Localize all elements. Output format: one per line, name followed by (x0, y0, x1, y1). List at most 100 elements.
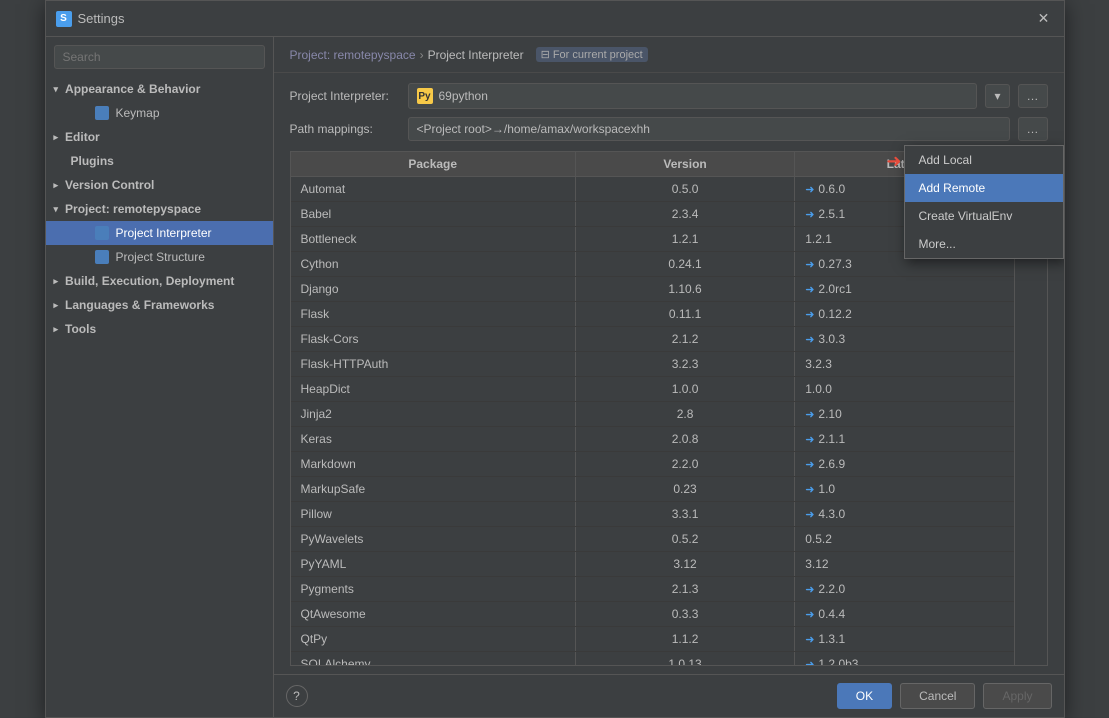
sidebar-item-project[interactable]: ▾Project: remotepyspace (46, 197, 273, 221)
breadcrumb-tag: ⊟ For current project (536, 47, 648, 62)
pkg-name: Django (291, 277, 576, 301)
pkg-latest: ➜ 1.0 (795, 477, 1013, 501)
close-button[interactable]: ✕ (1034, 9, 1054, 29)
pkg-latest: ➜ 1.2.0b3 (795, 652, 1013, 665)
table-row[interactable]: PyWavelets 0.5.2 0.5.2 (291, 527, 1014, 552)
table-row[interactable]: Flask-Cors 2.1.2 ➜ 3.0.3 (291, 327, 1014, 352)
sidebar-item-languages[interactable]: ▸Languages & Frameworks (46, 293, 273, 317)
update-arrow-icon: ➜ (805, 308, 814, 321)
sidebar-label: Project Interpreter (116, 226, 212, 240)
pkg-latest: ➜ 0.4.4 (795, 602, 1013, 626)
table-row[interactable]: SQLAlchemy 1.0.13 ➜ 1.2.0b3 (291, 652, 1014, 665)
path-row: Path mappings: <Project root>→/home/amax… (290, 117, 1048, 141)
arrow-icon: ▸ (54, 276, 59, 287)
sidebar-item-project-interpreter[interactable]: Project Interpreter (46, 221, 273, 245)
pkg-name: Babel (291, 202, 576, 226)
pkg-name: PyWavelets (291, 527, 576, 551)
latest-value: 1.2.0b3 (818, 657, 858, 665)
arrow-icon: ▸ (54, 132, 59, 143)
dropdown-item-create-virtualenv[interactable]: Create VirtualEnv (905, 202, 1063, 230)
pkg-version: 3.12 (576, 552, 795, 576)
sidebar-label: Version Control (65, 178, 154, 192)
latest-value: 3.2.3 (805, 357, 832, 371)
table-row[interactable]: MarkupSafe 0.23 ➜ 1.0 (291, 477, 1014, 502)
pkg-name: Flask-Cors (291, 327, 576, 351)
table-row[interactable]: Django 1.10.6 ➜ 2.0rc1 (291, 277, 1014, 302)
path-settings-button[interactable]: … (1018, 117, 1048, 141)
bottom-left: ? (286, 685, 308, 707)
pkg-version: 1.10.6 (576, 277, 795, 301)
help-button[interactable]: ? (286, 685, 308, 707)
latest-value: 3.12 (805, 557, 828, 571)
update-arrow-icon: ➜ (805, 333, 814, 346)
latest-value: 1.3.1 (818, 632, 845, 646)
table-row[interactable]: PyYAML 3.12 3.12 (291, 552, 1014, 577)
table-row[interactable]: Flask-HTTPAuth 3.2.3 3.2.3 (291, 352, 1014, 377)
table-row[interactable]: Flask 0.11.1 ➜ 0.12.2 (291, 302, 1014, 327)
ok-button[interactable]: OK (837, 683, 892, 709)
dropdown-item-add-remote[interactable]: Add Remote (905, 174, 1063, 202)
interpreter-input[interactable]: Py 69python (408, 83, 978, 109)
pkg-latest: ➜ 2.10 (795, 402, 1013, 426)
pkg-version: 1.0.13 (576, 652, 795, 665)
pkg-name: Flask-HTTPAuth (291, 352, 576, 376)
table-row[interactable]: Pillow 3.3.1 ➜ 4.3.0 (291, 502, 1014, 527)
interpreter-settings-button[interactable]: … (1018, 84, 1048, 108)
latest-value: 0.5.2 (805, 532, 832, 546)
pkg-name: Pygments (291, 577, 576, 601)
pkg-name: Markdown (291, 452, 576, 476)
search-input[interactable] (63, 50, 256, 64)
sidebar-label: Tools (65, 322, 96, 336)
pkg-name: MarkupSafe (291, 477, 576, 501)
sidebar-item-plugins[interactable]: Plugins (46, 149, 273, 173)
latest-value: 4.3.0 (818, 507, 845, 521)
table-row[interactable]: HeapDict 1.0.0 1.0.0 (291, 377, 1014, 402)
window-title: Settings (78, 11, 1034, 26)
arrow-icon: ▸ (54, 180, 59, 191)
pkg-latest: ➜ 2.6.9 (795, 452, 1013, 476)
dropdown-item-more[interactable]: More... (905, 230, 1063, 258)
cancel-button[interactable]: Cancel (900, 683, 975, 709)
sidebar-label: Project Structure (116, 250, 205, 264)
table-row[interactable]: QtAwesome 0.3.3 ➜ 0.4.4 (291, 602, 1014, 627)
update-arrow-icon: ➜ (805, 208, 814, 221)
search-box[interactable] (54, 45, 265, 69)
table-row[interactable]: Jinja2 2.8 ➜ 2.10 (291, 402, 1014, 427)
latest-value: 2.2.0 (818, 582, 845, 596)
latest-value: 0.27.3 (818, 257, 851, 271)
table-row[interactable]: Pygments 2.1.3 ➜ 2.2.0 (291, 577, 1014, 602)
sidebar-item-version-control[interactable]: ▸ Version Control (46, 173, 273, 197)
table-row[interactable]: Markdown 2.2.0 ➜ 2.6.9 (291, 452, 1014, 477)
sidebar-label: Appearance & Behavior (65, 82, 200, 96)
sidebar-item-project-structure[interactable]: Project Structure (46, 245, 273, 269)
path-label: Path mappings: (290, 122, 400, 136)
pkg-version: 2.3.4 (576, 202, 795, 226)
dropdown-menu: Add LocalAdd RemoteCreate VirtualEnvMore… (904, 145, 1064, 259)
pkg-latest: ➜ 4.3.0 (795, 502, 1013, 526)
pkg-name: QtPy (291, 627, 576, 651)
sidebar-item-editor[interactable]: ▸Editor (46, 125, 273, 149)
update-arrow-icon: ➜ (805, 183, 814, 196)
sidebar-item-tools[interactable]: ▸Tools (46, 317, 273, 341)
interpreter-dropdown-button[interactable]: ▾ (985, 84, 1009, 108)
path-input[interactable]: <Project root>→/home/amax/workspacexhh (408, 117, 1010, 141)
table-row[interactable]: QtPy 1.1.2 ➜ 1.3.1 (291, 627, 1014, 652)
bottom-right: OK Cancel Apply (837, 683, 1052, 709)
latest-value: 2.10 (818, 407, 841, 421)
sidebar-item-appearance[interactable]: ▾Appearance & Behavior (46, 77, 273, 101)
pkg-version: 0.5.2 (576, 527, 795, 551)
sidebar-item-keymap[interactable]: Keymap (46, 101, 273, 125)
sidebar-label: Keymap (116, 106, 160, 120)
dropdown-item-add-local[interactable]: Add Local (905, 146, 1063, 174)
pkg-name: PyYAML (291, 552, 576, 576)
nav-items: ▾Appearance & Behavior Keymap ▸Editor Plugi… (46, 77, 273, 341)
latest-value: 1.0.0 (805, 382, 832, 396)
table-row[interactable]: Keras 2.0.8 ➜ 2.1.1 (291, 427, 1014, 452)
apply-button[interactable]: Apply (983, 683, 1051, 709)
sidebar-label: Plugins (71, 154, 114, 168)
latest-value: 0.4.4 (818, 607, 845, 621)
pkg-latest: 3.12 (795, 552, 1013, 576)
item-icon (95, 250, 109, 264)
sidebar-item-build[interactable]: ▸Build, Execution, Deployment (46, 269, 273, 293)
bottom-bar: ? OK Cancel Apply (274, 674, 1064, 717)
